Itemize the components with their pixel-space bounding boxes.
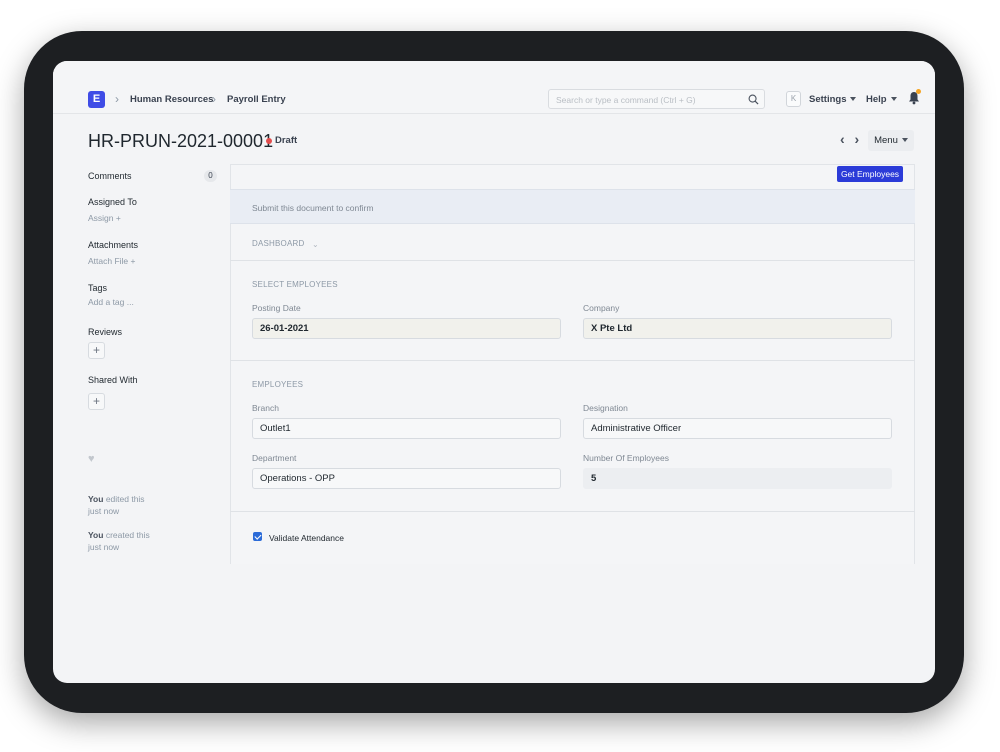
- assign-button[interactable]: Assign +: [88, 213, 121, 223]
- department-field[interactable]: Operations - OPP: [252, 468, 561, 489]
- number-of-employees-label: Number Of Employees: [583, 453, 669, 463]
- section-divider: [230, 260, 915, 261]
- number-of-employees-value: 5: [583, 468, 892, 489]
- menu-button[interactable]: Menu: [868, 130, 914, 151]
- search-icon: [748, 94, 759, 105]
- app-logo[interactable]: E: [88, 91, 105, 108]
- help-label: Help: [866, 94, 887, 105]
- chevron-right-icon: ›: [115, 92, 119, 106]
- user-avatar[interactable]: K: [786, 91, 801, 107]
- section-divider: [230, 360, 915, 361]
- sidebar-shared-with-label: Shared With: [88, 375, 138, 385]
- navbar: [53, 61, 935, 114]
- validate-attendance-checkbox[interactable]: [253, 532, 262, 541]
- page-title: HR-PRUN-2021-00001: [88, 131, 274, 151]
- dashboard-section-toggle[interactable]: DASHBOARD: [252, 239, 304, 248]
- posting-date-field[interactable]: 26-01-2021: [252, 318, 561, 339]
- branch-label: Branch: [252, 403, 279, 413]
- breadcrumb-payroll-entry[interactable]: Payroll Entry: [227, 94, 286, 105]
- company-label: Company: [583, 303, 620, 313]
- form-container: [230, 164, 915, 564]
- menu-label: Menu: [874, 135, 898, 146]
- activity-user: You: [88, 494, 104, 504]
- chevron-down-icon[interactable]: ⌄: [312, 240, 319, 249]
- status-badge: Draft: [275, 135, 298, 146]
- caret-down-icon: [850, 97, 857, 102]
- activity-action: created this: [105, 530, 150, 540]
- activity-action: edited this: [105, 494, 145, 504]
- sidebar-reviews-label: Reviews: [88, 327, 123, 337]
- branch-field[interactable]: Outlet1: [252, 418, 561, 439]
- designation-label: Designation: [583, 403, 628, 413]
- section-title-employees: EMPLOYEES: [252, 380, 304, 389]
- search-placeholder: Search or type a command (Ctrl + G): [556, 95, 696, 105]
- comments-count-badge: 0: [204, 170, 217, 182]
- attach-file-button[interactable]: Attach File +: [88, 256, 135, 266]
- activity-item: You edited this just now: [88, 493, 145, 517]
- breadcrumb-human-resources[interactable]: Human Resources: [130, 94, 213, 105]
- caret-down-icon: [901, 138, 908, 143]
- department-label: Department: [252, 453, 297, 463]
- add-review-button[interactable]: +: [88, 342, 105, 359]
- company-field[interactable]: X Pte Ltd: [583, 318, 892, 339]
- sidebar-assigned-to-label: Assigned To: [88, 197, 137, 207]
- search-input[interactable]: Search or type a command (Ctrl + G): [548, 89, 765, 109]
- section-title-select-employees: SELECT EMPLOYEES: [252, 280, 338, 289]
- app-screen: E › Human Resources › Payroll Entry Sear…: [53, 61, 935, 683]
- chevron-right-icon: ›: [212, 92, 216, 106]
- like-heart-icon[interactable]: ♥: [88, 453, 95, 465]
- settings-dropdown[interactable]: Settings: [809, 94, 857, 105]
- sidebar-comments-label[interactable]: Comments: [88, 171, 132, 181]
- get-employees-button[interactable]: Get Employees: [837, 166, 903, 182]
- settings-label: Settings: [809, 94, 847, 105]
- form-message: Submit this document to confirm: [230, 189, 915, 224]
- activity-user: You: [88, 530, 104, 540]
- help-dropdown[interactable]: Help: [866, 94, 897, 105]
- posting-date-label: Posting Date: [252, 303, 301, 313]
- activity-item: You created this just now: [88, 529, 150, 553]
- activity-time: just now: [88, 506, 120, 516]
- status-indicator-dot: [266, 138, 272, 144]
- activity-time: just now: [88, 542, 120, 552]
- notification-dot: [916, 89, 921, 94]
- designation-field[interactable]: Administrative Officer: [583, 418, 892, 439]
- section-divider: [230, 511, 915, 512]
- form-message-text: Submit this document to confirm: [252, 203, 374, 213]
- prev-next-arrows[interactable]: ‹ ›: [840, 131, 862, 147]
- add-share-button[interactable]: +: [88, 393, 105, 410]
- sidebar-tags-label: Tags: [88, 283, 108, 293]
- add-tag-button[interactable]: Add a tag ...: [88, 297, 134, 307]
- caret-down-icon: [890, 97, 897, 102]
- sidebar-attachments-label: Attachments: [88, 240, 139, 250]
- validate-attendance-label[interactable]: Validate Attendance: [269, 533, 344, 543]
